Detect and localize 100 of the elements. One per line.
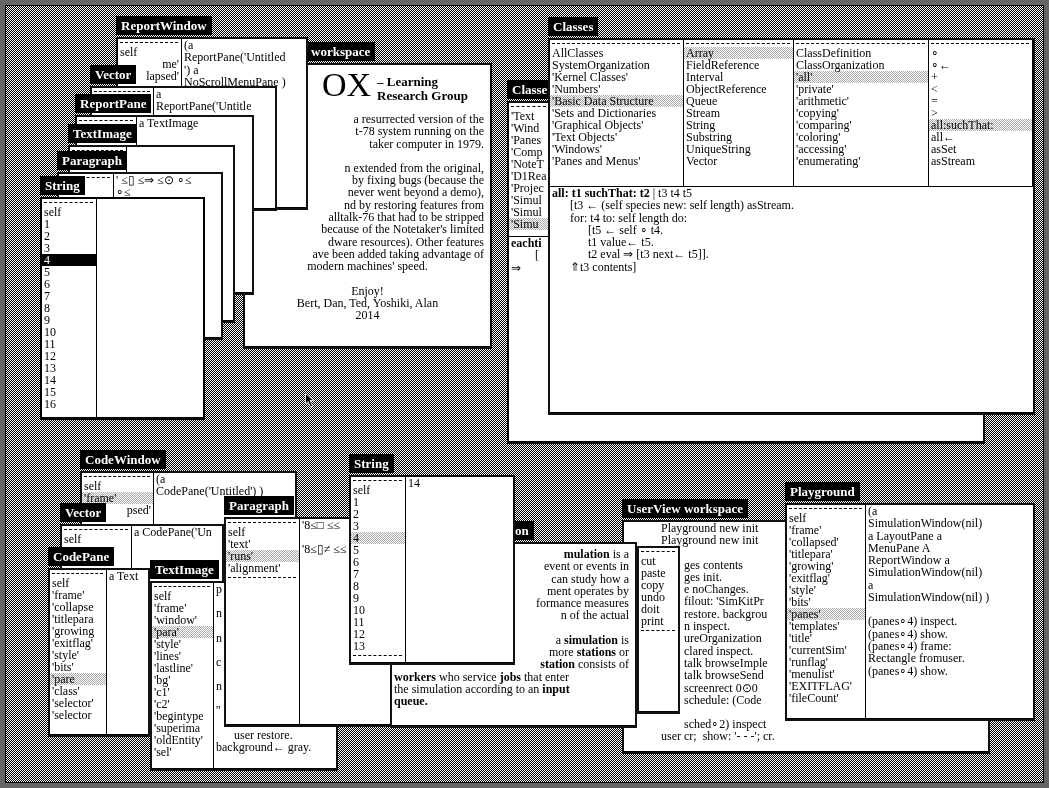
list-item[interactable]: 'bg' (152, 674, 173, 686)
list-item[interactable]: 'superima (152, 722, 203, 734)
list-item[interactable]: 'exitflag' (50, 637, 95, 649)
list-item[interactable]: 10 (351, 604, 367, 616)
list-item[interactable]: 'text' (226, 538, 253, 550)
list-item[interactable]: 1 (42, 218, 52, 230)
list-item[interactable]: 'style' (152, 638, 183, 650)
list-item[interactable]: 'lastline' (152, 662, 195, 674)
list-item[interactable]: 'Panes (509, 134, 544, 146)
list-item[interactable]: ∘← (929, 59, 953, 71)
list-item[interactable]: 'growing (50, 625, 97, 637)
list-item[interactable]: 'NoteT (509, 158, 546, 170)
list-item[interactable]: UniqueString (684, 143, 753, 155)
list-item[interactable]: 8 (351, 580, 361, 592)
list-item[interactable]: 'Simul (509, 194, 544, 206)
list-item[interactable]: 8 (42, 302, 52, 314)
list-item[interactable]: 'lines' (152, 650, 183, 662)
menu-item[interactable]: paste (639, 567, 668, 579)
list-item[interactable]: 'D1Rea (509, 170, 549, 182)
list-item[interactable]: asStream (929, 155, 977, 167)
list-item[interactable]: 'begintype (152, 710, 206, 722)
list-item[interactable]: FieldReference (684, 59, 762, 71)
list-item[interactable]: 'Panes and Menus' (550, 155, 643, 167)
list-item[interactable]: 2 (42, 230, 52, 242)
list-item[interactable]: 'Sets and Dictionaries (550, 107, 659, 119)
list-item[interactable]: 'para' (152, 626, 213, 638)
list-item[interactable]: 'style' (787, 584, 818, 596)
list-item[interactable]: 'frame' (152, 602, 189, 614)
list-item[interactable]: 6 (42, 278, 52, 290)
list-item[interactable]: 5 (42, 266, 52, 278)
list-item[interactable]: lapsed' (144, 70, 181, 82)
list-item[interactable]: self (118, 46, 140, 58)
list-item[interactable]: 'Graphical Objects' (550, 119, 646, 131)
list-item[interactable]: > (929, 107, 940, 119)
list-item[interactable]: String (684, 119, 718, 131)
list-item[interactable]: 'oldEntity' (152, 734, 205, 746)
list-item[interactable]: 'exitflag' (787, 572, 832, 584)
list-item[interactable]: 14 (42, 374, 58, 386)
list-item[interactable]: self (42, 206, 64, 218)
list-item[interactable]: 'pare (50, 673, 106, 685)
list-item[interactable]: self (62, 533, 84, 545)
list-item[interactable]: SystemOrganization (550, 59, 652, 71)
list-item[interactable]: 'comparing' (794, 119, 854, 131)
list-item[interactable]: 'selector' (50, 697, 96, 709)
list-item[interactable]: 'all' (794, 71, 928, 83)
list-item[interactable]: 'c1' (152, 686, 172, 698)
list-item[interactable]: 'private' (794, 83, 836, 95)
list-item[interactable]: 'growing' (787, 560, 836, 572)
list-item[interactable]: 2 (351, 508, 361, 520)
list-item[interactable]: Stream (684, 107, 722, 119)
list-item[interactable]: asSet (929, 143, 959, 155)
list-item[interactable]: me' (160, 58, 181, 70)
list-item[interactable]: 'class' (50, 685, 82, 697)
list-item[interactable]: 'Text Objects' (550, 131, 620, 143)
list-item[interactable]: self (351, 484, 373, 496)
list-item[interactable]: 'collapse (50, 601, 96, 613)
list-item[interactable]: 'sel' (152, 746, 174, 758)
list-item[interactable]: ClassOrganization (794, 59, 887, 71)
list-item[interactable]: 'Comp (509, 146, 545, 158)
list-item[interactable]: 'titlepara (50, 613, 96, 625)
list-item[interactable]: Queue (684, 95, 720, 107)
list-item[interactable]: self (50, 577, 72, 589)
list-item[interactable]: 'copying' (794, 107, 841, 119)
list-item[interactable]: 11 (42, 338, 58, 350)
list-item[interactable]: 'arithmetic' (794, 95, 851, 107)
list-item[interactable]: 'frame' (787, 524, 824, 536)
list-item[interactable]: self (787, 512, 809, 524)
list-item[interactable]: 15 (42, 386, 58, 398)
list-item[interactable]: self (152, 590, 174, 602)
list-item[interactable]: 3 (42, 242, 52, 254)
list-item[interactable]: all:suchThat: (929, 119, 1032, 131)
list-item[interactable]: 4 (42, 254, 96, 266)
list-item[interactable]: 'EXITFLAG' (787, 680, 854, 692)
list-item[interactable]: 'Text (509, 110, 537, 122)
list-item[interactable]: 'alignment' (226, 562, 283, 574)
list-item[interactable]: 'frame' (82, 492, 153, 504)
list-item[interactable]: ObjectReference (684, 83, 769, 95)
list-item[interactable]: 'templates' (787, 620, 842, 632)
list-item[interactable]: Array (684, 47, 793, 59)
list-item[interactable]: all← (929, 131, 957, 143)
list-item[interactable]: 'Basic Data Structure (550, 95, 683, 107)
menu-item[interactable]: print (639, 615, 666, 627)
list-item[interactable]: AllClasses (550, 47, 606, 59)
list-item[interactable]: 13 (42, 362, 58, 374)
list-item[interactable]: ∘ (929, 47, 941, 59)
list-item[interactable]: 'selector (50, 709, 94, 721)
list-item[interactable]: 10 (42, 326, 58, 338)
list-item[interactable]: 'accessing' (794, 143, 849, 155)
list-item[interactable]: 'runflag' (787, 656, 830, 668)
list-item[interactable]: 'menulist' (787, 668, 837, 680)
list-item[interactable]: 'Simu (509, 218, 549, 230)
list-item[interactable]: 'style' (50, 649, 81, 661)
list-item[interactable]: 'currentSim' (787, 644, 849, 656)
list-item[interactable]: 7 (351, 568, 361, 580)
list-item[interactable]: 'Numbers' (550, 83, 603, 95)
list-item[interactable]: < (929, 83, 940, 95)
list-item[interactable]: 'bits' (50, 661, 76, 673)
list-item[interactable]: 'panes' (787, 608, 865, 620)
list-item[interactable]: = (929, 95, 940, 107)
list-item[interactable]: 'window' (152, 614, 199, 626)
